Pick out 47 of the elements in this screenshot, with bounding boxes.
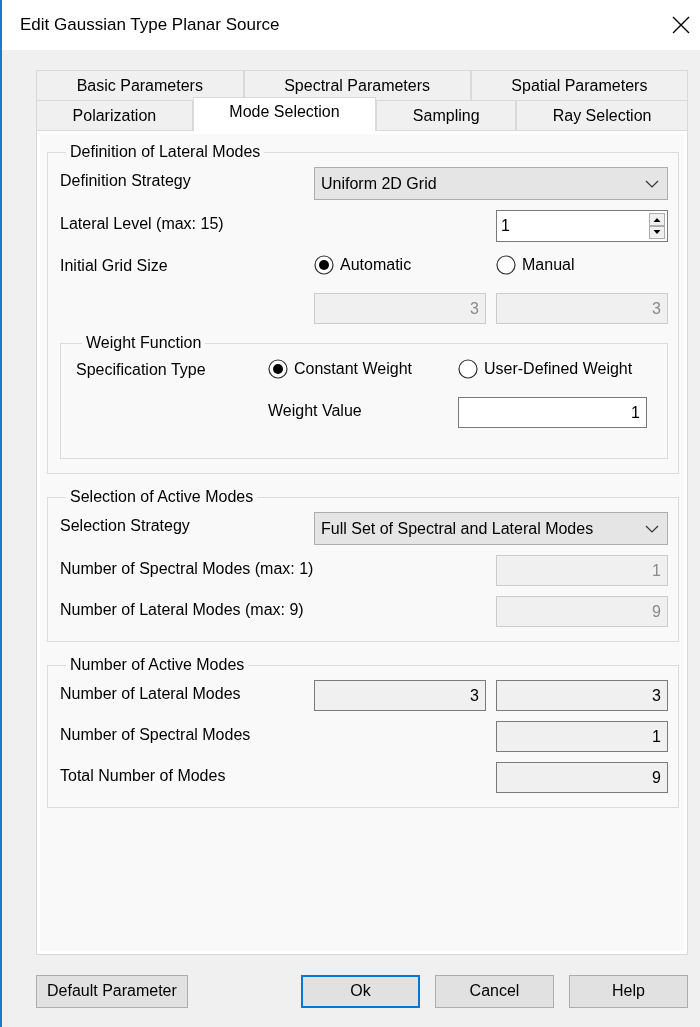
radio-label[interactable]: Automatic	[340, 256, 412, 274]
tab[interactable]: Sampling	[376, 100, 517, 130]
field-label: Selection Strategy	[60, 516, 190, 535]
group-title: Selection of Active Modes	[69, 488, 255, 506]
number-field[interactable]: 3	[496, 680, 668, 711]
field-label: Number of Lateral Modes	[60, 684, 241, 703]
field-label: Total Number of Modes	[60, 766, 226, 785]
field-label: Definition Strategy	[60, 171, 191, 190]
field-label: Specification Type	[76, 360, 206, 379]
radio-button[interactable]	[458, 359, 478, 379]
dialog-button[interactable]: Ok	[301, 974, 420, 1008]
radio-button[interactable]	[268, 359, 288, 379]
number-field[interactable]: 3	[314, 680, 486, 711]
chevron-down-icon	[645, 179, 659, 188]
radio-label[interactable]: Constant Weight	[294, 360, 412, 378]
tab[interactable]: Polarization	[36, 100, 193, 130]
dropdown[interactable]: Full Set of Spectral and Lateral Modes	[314, 512, 668, 545]
tab[interactable]: Spectral Parameters	[243, 70, 471, 100]
window-title: Edit Gaussian Type Planar Source	[20, 15, 280, 35]
number-field[interactable]: 1	[496, 721, 668, 752]
field-label: Number of Lateral Modes (max: 9)	[60, 600, 304, 619]
field-label: Number of Spectral Modes	[60, 725, 251, 744]
group-title: Definition of Lateral Modes	[69, 143, 262, 161]
close-icon	[672, 16, 690, 34]
radio-label[interactable]: User-Defined Weight	[484, 360, 633, 378]
tab[interactable]: Mode Selection	[192, 97, 377, 131]
radio-button[interactable]	[496, 255, 516, 275]
default-parameter-button[interactable]: Default Parameter	[36, 974, 188, 1008]
group-title: Number of Active Modes	[69, 656, 246, 674]
number-field[interactable]: 1	[458, 397, 647, 428]
field-label: Weight Value	[268, 401, 362, 420]
field-label: Number of Spectral Modes (max: 1)	[60, 559, 314, 578]
spin-box[interactable]: 1	[496, 210, 668, 242]
tab[interactable]: Ray Selection	[516, 100, 688, 130]
group-title: Weight Function	[85, 334, 203, 352]
tab[interactable]: Basic Parameters	[36, 70, 244, 100]
radio-button[interactable]	[314, 255, 334, 275]
field-label: Lateral Level (max: 15)	[60, 214, 224, 233]
chevron-down-icon	[645, 524, 659, 533]
dropdown[interactable]: Uniform 2D Grid	[314, 167, 668, 200]
field-label: Initial Grid Size	[60, 256, 168, 275]
radio-label[interactable]: Manual	[522, 256, 575, 274]
number-field[interactable]: 9	[496, 762, 668, 793]
dialog-button[interactable]: Cancel	[435, 974, 554, 1008]
spin-arrows-icon	[649, 213, 665, 239]
tab[interactable]: Spatial Parameters	[470, 70, 688, 100]
dialog-button[interactable]: Help	[569, 974, 688, 1008]
